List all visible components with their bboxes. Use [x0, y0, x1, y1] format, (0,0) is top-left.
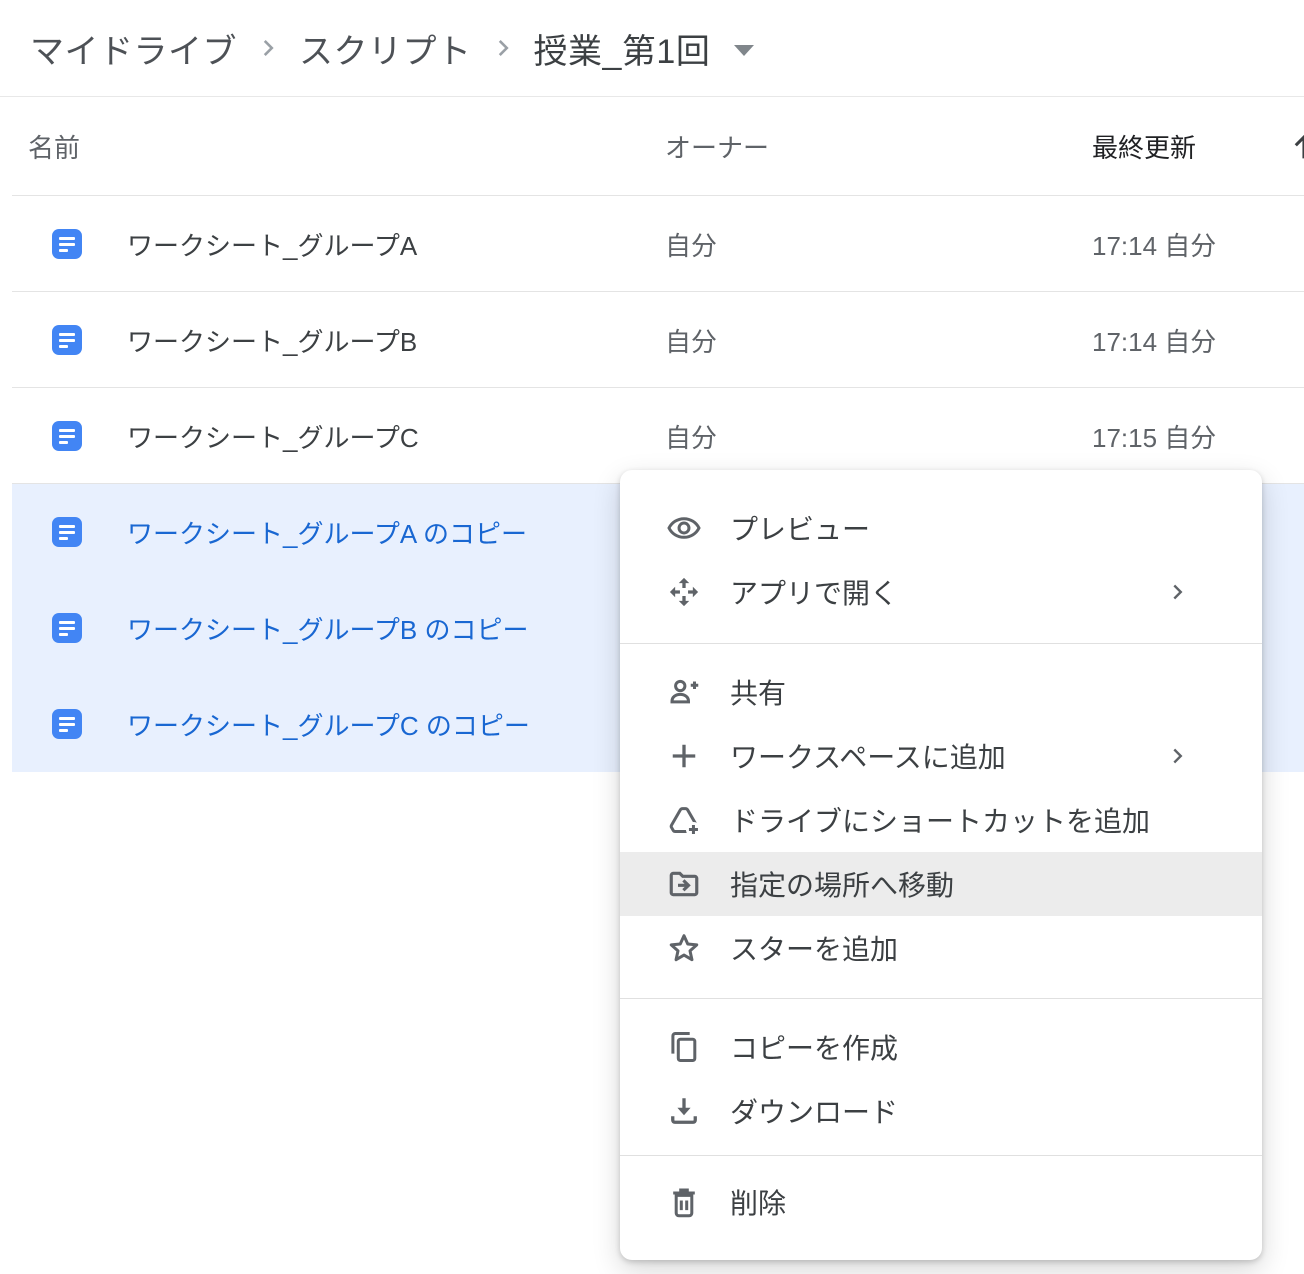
- docs-file-icon: [52, 517, 82, 547]
- file-name: ワークシート_グループC のコピー: [127, 706, 530, 743]
- breadcrumb-item-my-drive[interactable]: マイドライブ: [30, 24, 237, 73]
- person-add-icon: [666, 674, 702, 710]
- column-header-name[interactable]: 名前: [0, 128, 665, 165]
- drive-shortcut-icon: [666, 802, 702, 838]
- file-owner: 自分: [665, 226, 1092, 263]
- trash-icon: [666, 1184, 702, 1220]
- file-owner: 自分: [665, 418, 1092, 455]
- menu-item-make-a-copy[interactable]: コピーを作成: [620, 1015, 1262, 1079]
- plus-icon: [666, 738, 702, 774]
- file-name: ワークシート_グループA: [127, 226, 417, 263]
- menu-item-label: 指定の場所へ移動: [730, 864, 954, 904]
- menu-item-label: 削除: [730, 1182, 786, 1222]
- chevron-right-icon: [255, 35, 281, 61]
- chevron-right-icon: [490, 35, 516, 61]
- menu-item-share[interactable]: 共有: [620, 660, 1262, 724]
- column-header-modified[interactable]: 最終更新: [1092, 128, 1196, 165]
- file-modified: 17:15 自分: [1092, 418, 1216, 455]
- file-name: ワークシート_グループC: [127, 418, 419, 455]
- docs-file-icon: [52, 709, 82, 739]
- breadcrumb-item-current-folder[interactable]: 授業_第1回: [534, 24, 711, 73]
- menu-item-preview[interactable]: プレビュー: [620, 496, 1262, 560]
- download-icon: [666, 1093, 702, 1129]
- eye-icon: [666, 510, 702, 546]
- file-list-header: 名前 オーナー 最終更新: [0, 97, 1304, 196]
- file-owner: 自分: [665, 322, 1092, 359]
- context-menu: プレビュー アプリで開く: [620, 470, 1262, 1260]
- docs-file-icon: [52, 421, 82, 451]
- star-icon: [666, 930, 702, 966]
- file-name: ワークシート_グループB: [127, 322, 417, 359]
- copy-icon: [666, 1029, 702, 1065]
- docs-file-icon: [52, 325, 82, 355]
- menu-item-add-to-workspace[interactable]: ワークスペースに追加: [620, 724, 1262, 788]
- docs-file-icon: [52, 613, 82, 643]
- file-name: ワークシート_グループA のコピー: [127, 514, 527, 551]
- menu-item-label: コピーを作成: [730, 1027, 898, 1067]
- menu-item-label: ワークスペースに追加: [730, 736, 1006, 776]
- file-modified: 17:14 自分: [1092, 322, 1216, 359]
- menu-item-label: プレビュー: [730, 508, 870, 548]
- menu-item-remove[interactable]: 削除: [620, 1170, 1262, 1234]
- move-folder-icon: [666, 866, 702, 902]
- menu-item-label: ダウンロード: [730, 1091, 898, 1131]
- menu-item-label: アプリで開く: [730, 572, 898, 612]
- menu-item-label: スターを追加: [730, 928, 898, 968]
- menu-item-download[interactable]: ダウンロード: [620, 1079, 1262, 1143]
- column-header-owner[interactable]: オーナー: [665, 128, 1092, 165]
- menu-item-move-to[interactable]: 指定の場所へ移動: [620, 852, 1262, 916]
- file-modified: 17:14 自分: [1092, 226, 1216, 263]
- caret-down-icon[interactable]: [734, 45, 754, 56]
- file-row[interactable]: ワークシート_グループA 自分 17:14 自分: [0, 196, 1304, 292]
- menu-item-label: 共有: [730, 672, 786, 712]
- submenu-chevron-icon: [1164, 743, 1190, 769]
- breadcrumb: マイドライブ スクリプト 授業_第1回: [0, 0, 1304, 97]
- menu-item-open-with[interactable]: アプリで開く: [620, 560, 1262, 624]
- file-name: ワークシート_グループB のコピー: [127, 610, 528, 647]
- menu-item-add-star[interactable]: スターを追加: [620, 916, 1262, 980]
- docs-file-icon: [52, 229, 82, 259]
- arrow-up-icon[interactable]: [1287, 130, 1304, 164]
- open-with-icon: [666, 574, 702, 610]
- file-row[interactable]: ワークシート_グループB 自分 17:14 自分: [0, 292, 1304, 388]
- breadcrumb-item-scripts[interactable]: スクリプト: [299, 24, 472, 73]
- submenu-chevron-icon: [1164, 579, 1190, 605]
- menu-item-add-shortcut-to-drive[interactable]: ドライブにショートカットを追加: [620, 788, 1262, 852]
- menu-item-label: ドライブにショートカットを追加: [730, 800, 1150, 840]
